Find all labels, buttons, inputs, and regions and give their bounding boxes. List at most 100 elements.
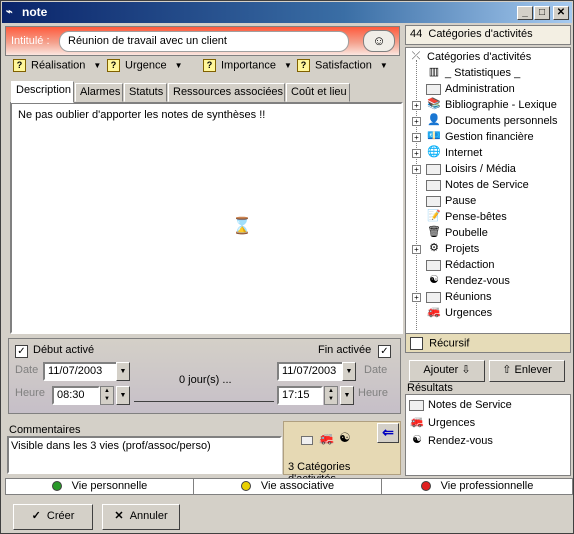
folder-icon [426,195,441,207]
vie-personnelle-button[interactable]: Vie personnelle [6,479,194,494]
tab-alarmes[interactable]: Alarmes [75,83,123,102]
cancel-button[interactable]: ✕ Annuler [102,504,180,530]
tree-item[interactable]: Administration [426,81,515,97]
app-icon: ⌁ [6,6,13,18]
tree-item[interactable]: Loisirs / Média [426,161,516,177]
yinyang-icon: ☯ [429,274,439,287]
tree-item-label: Rédaction [445,259,495,271]
expand-toggle-icon[interactable]: + [412,165,421,174]
tree-item[interactable]: Pause [426,193,476,209]
fire-truck-icon: 🚒 [410,416,424,429]
tree-item[interactable]: Notes de Service [426,177,529,193]
remove-category-button[interactable]: ⇧ Enlever [489,360,565,382]
end-time-field[interactable]: 17:15 [277,386,323,405]
tree-item[interactable]: 📝 Pense-bêtes [426,209,507,225]
tab-description[interactable]: Description [11,81,74,103]
tab-cout-lieu[interactable]: Coût et lieu [286,83,350,102]
vie-label: Vie personnelle [71,480,148,492]
tree-root[interactable]: ⤫ Catégories d'activités [408,49,532,65]
check-icon: ✓ [31,510,41,522]
cancel-label: Annuler [129,510,168,522]
description-text: Ne pas oublier d'apporter les notes de s… [18,109,266,121]
debut-checkbox[interactable]: ✓ [15,345,28,358]
tree-item-label: Internet [445,147,483,159]
fin-checkbox[interactable]: ✓ [378,345,391,358]
expand-toggle-icon[interactable]: + [412,293,421,302]
create-button[interactable]: ✓ Créer [13,504,93,530]
result-item-label: Urgences [428,417,476,429]
vie-associative-button[interactable]: Vie associative [194,479,382,494]
tree-item[interactable]: 🗑 Poubelle [426,225,488,241]
tree-item[interactable]: 🚒 Urgences [426,305,492,321]
tree-item-label: Pense-bêtes [445,211,507,223]
end-time-spinner[interactable]: ▲ ▼ [324,386,338,405]
intitule-input[interactable]: Réunion de travail avec un client [59,31,349,52]
end-date-dropdown[interactable]: ▼ [342,362,356,381]
tree-item[interactable]: Rédaction [426,257,495,273]
results-list[interactable]: Notes de Service 🚒 Urgences ☯ Rendez-vous [405,394,571,476]
tree-item[interactable]: ⚙ Projets [426,241,479,257]
description-textarea[interactable]: Ne pas oublier d'apporter les notes de s… [10,102,403,334]
folder-icon [426,179,441,191]
comments-textarea[interactable]: Visible dans les 3 vies (prof/assoc/pers… [7,436,282,474]
result-item-label: Notes de Service [428,399,512,411]
categories-panel: 44 Catégories d'activités ⤫ Catégories d'… [405,25,571,477]
end-date-field[interactable]: 11/07/2003 [277,362,345,381]
priority-realisation[interactable]: ? Réalisation ▼ [13,59,101,75]
tree-item[interactable]: 📚 Bibliographie - Lexique [426,97,557,113]
start-date-dropdown[interactable]: ▼ [116,362,130,381]
tree-item[interactable]: 💶 Gestion financière [426,129,534,145]
result-item[interactable]: ☯ Rendez-vous [409,433,493,450]
expand-toggle-icon[interactable]: + [412,133,421,142]
result-item[interactable]: Notes de Service [409,397,512,414]
move-left-arrow-button[interactable]: ⇐ [377,423,399,443]
fin-label: Fin activée [318,344,372,356]
priority-importance[interactable]: ? Importance ▼ [203,59,292,75]
expand-toggle-icon[interactable]: + [412,117,421,126]
tree-item[interactable]: Réunions [426,289,491,305]
vie-professionnelle-button[interactable]: Vie professionnelle [382,479,572,494]
start-time-dropdown[interactable]: ▼ [116,386,130,405]
arrow-up-icon: ⇧ [502,364,512,376]
close-button[interactable]: ✕ [553,6,569,20]
tab-statuts[interactable]: Statuts [124,83,167,102]
expand-toggle-icon[interactable]: + [412,245,421,254]
add-label: Ajouter [423,364,459,376]
summary-folder-icon [301,434,313,446]
x-icon: ✕ [114,510,124,522]
trash-icon: 🗑 [427,226,441,239]
result-item[interactable]: 🚒 Urgences [409,415,475,432]
tree-item-label: Gestion financière [445,131,534,143]
date-range-panel: ✓ Début activé Fin activée ✓ Date 11/07/… [8,338,401,414]
priority-urgence[interactable]: ? Urgence ▼ [107,59,183,75]
expand-toggle-icon[interactable]: + [412,149,421,158]
add-category-button[interactable]: Ajouter ⇩ [409,360,485,382]
start-time-spinner[interactable]: ▲ ▼ [100,386,114,405]
minimize-button[interactable]: _ [517,6,533,20]
tree-item-label: Projets [445,243,480,255]
tree-item-label: _ Statistiques _ [445,67,521,79]
result-item-label: Rendez-vous [428,435,493,447]
maximize-button[interactable]: □ [534,6,550,20]
recursif-option[interactable]: Récursif [405,333,571,353]
recursif-checkbox[interactable] [410,337,423,350]
tree-item[interactable]: ☯ Rendez-vous [426,273,510,289]
duration-divider [134,401,274,402]
tree-item[interactable]: 👤 Documents personnels [426,113,557,129]
tree-item-label: Loisirs / Média [445,163,516,175]
start-time-field[interactable]: 08:30 [52,386,100,405]
tab-ressources[interactable]: Ressources associées [168,83,285,102]
note-window: ⌁ note _ □ ✕ Intitulé : Réunion de trava… [0,0,574,534]
end-time-dropdown[interactable]: ▼ [340,386,354,405]
red-status-icon [420,481,431,492]
intitule-emoji-button[interactable]: ☺ [363,30,395,52]
folder-icon [426,259,441,271]
priority-satisfaction[interactable]: ? Satisfaction ▼ [297,59,388,75]
end-date-label: Date [364,364,388,376]
results-label: Résultats [407,382,453,394]
categories-tree[interactable]: ⤫ Catégories d'activités ▥ _ Statistiques … [405,47,571,349]
tree-item[interactable]: 🌐 Internet [426,145,482,161]
expand-toggle-icon[interactable]: + [412,101,421,110]
start-date-field[interactable]: 11/07/2003 [43,362,119,381]
tree-item[interactable]: ▥ _ Statistiques _ [426,65,520,81]
